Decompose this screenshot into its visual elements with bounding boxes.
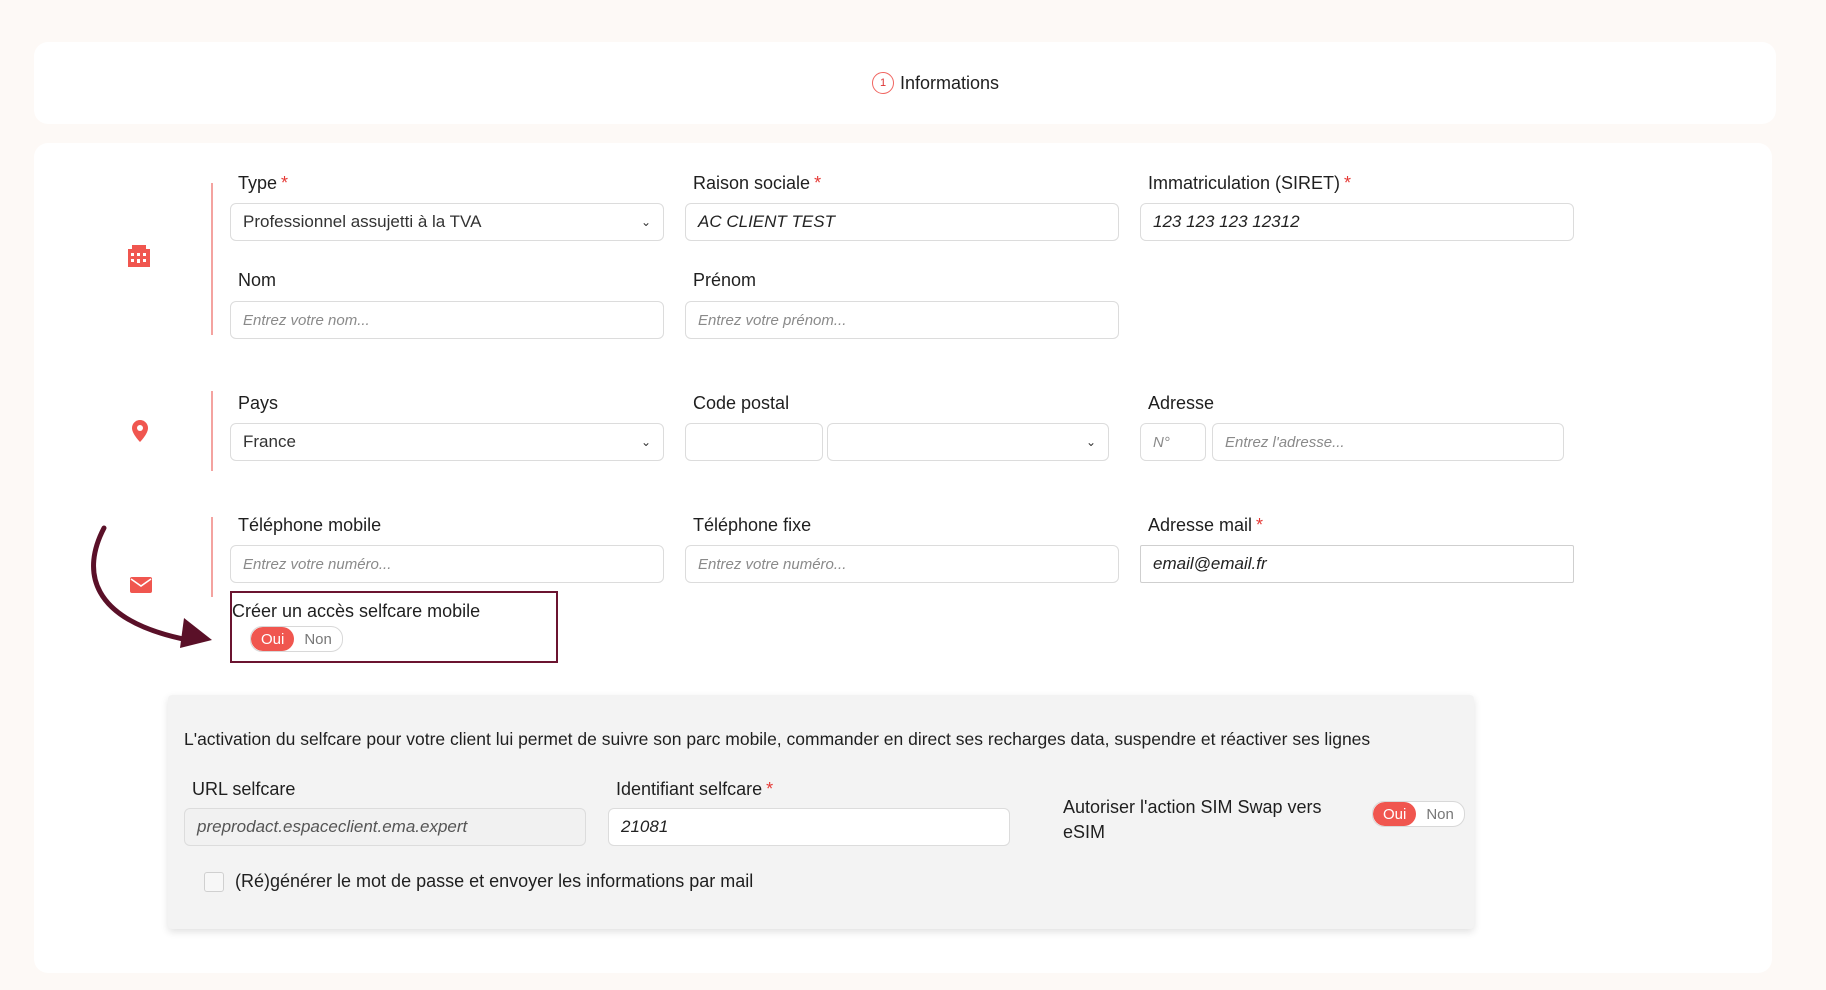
client-form: Type * Professionnel assujetti à la TVA ⌄…: [34, 143, 1772, 973]
type-select[interactable]: Professionnel assujetti à la TVA ⌄: [230, 203, 664, 241]
toggle-option-oui[interactable]: Oui: [251, 627, 295, 651]
sim-swap-label: Autoriser l'action SIM Swap vers eSIM: [1063, 797, 1322, 842]
selfcare-id-input[interactable]: 21081: [608, 808, 1010, 846]
raison-sociale-input[interactable]: AC CLIENT TEST: [685, 203, 1119, 241]
toggle-option-non[interactable]: Non: [1416, 802, 1464, 826]
nom-input[interactable]: Entrez votre nom...: [230, 301, 664, 339]
mobile-label: Téléphone mobile: [238, 515, 382, 535]
selfcare-toggle-highlight: Créer un accès selfcare mobile Oui Non: [230, 591, 558, 663]
selfcare-panel: L'activation du selfcare pour votre clie…: [168, 695, 1474, 929]
step-header: 1 Informations: [34, 42, 1776, 124]
toggle-option-oui[interactable]: Oui: [1373, 802, 1417, 826]
adresse-label: Adresse: [1148, 393, 1215, 413]
code-postal-input[interactable]: [685, 423, 823, 461]
annotation-arrow: [91, 525, 212, 648]
type-label: Type *: [238, 173, 289, 193]
siret-label: Immatriculation (SIRET) *: [1148, 173, 1352, 193]
step-indicator[interactable]: 1 Informations: [872, 72, 999, 94]
chevron-down-icon: ⌄: [640, 215, 651, 229]
email-input[interactable]: email@email.fr: [1140, 545, 1574, 583]
email-label: Adresse mail *: [1148, 515, 1264, 535]
toggle-option-non[interactable]: Non: [294, 627, 342, 651]
street-number-input[interactable]: N°: [1140, 423, 1206, 461]
step-label: Informations: [900, 72, 1000, 93]
fixe-input[interactable]: Entrez votre numéro...: [685, 545, 1119, 583]
pays-select[interactable]: France ⌄: [230, 423, 664, 461]
selfcare-url-label: URL selfcare: [192, 779, 296, 799]
nom-label: Nom: [238, 270, 277, 290]
selfcare-id-label: Identifiant selfcare *: [616, 779, 774, 799]
prenom-label: Prénom: [693, 270, 757, 290]
adresse-input[interactable]: Entrez l'adresse...: [1212, 423, 1564, 461]
selfcare-url-input[interactable]: preprodact.espaceclient.ema.expert: [184, 808, 586, 846]
selfcare-toggle[interactable]: Oui Non: [250, 626, 343, 652]
step-number: 1: [872, 72, 894, 94]
fixe-label: Téléphone fixe: [693, 515, 812, 535]
location-pin-icon: [132, 420, 148, 447]
prenom-input[interactable]: Entrez votre prénom...: [685, 301, 1119, 339]
siret-input[interactable]: 123 123 123 12312: [1140, 203, 1574, 241]
chevron-down-icon: ⌄: [1085, 435, 1096, 449]
pays-label: Pays: [238, 393, 279, 413]
city-select[interactable]: ⌄: [827, 423, 1109, 461]
chevron-down-icon: ⌄: [640, 435, 651, 449]
selfcare-description: L'activation du selfcare pour votre clie…: [184, 729, 1371, 749]
company-section-line: [211, 183, 213, 335]
selfcare-toggle-label: Créer un accès selfcare mobile: [232, 601, 481, 621]
code-postal-label: Code postal: [693, 393, 790, 413]
regenerate-password-label: (Ré)générer le mot de passe et envoyer l…: [235, 871, 754, 891]
mobile-input[interactable]: Entrez votre numéro...: [230, 545, 664, 583]
regenerate-password-checkbox[interactable]: [204, 872, 224, 892]
building-icon: [126, 245, 152, 272]
raison-sociale-label: Raison sociale *: [693, 173, 822, 193]
sim-swap-toggle[interactable]: Oui Non: [1372, 801, 1465, 827]
